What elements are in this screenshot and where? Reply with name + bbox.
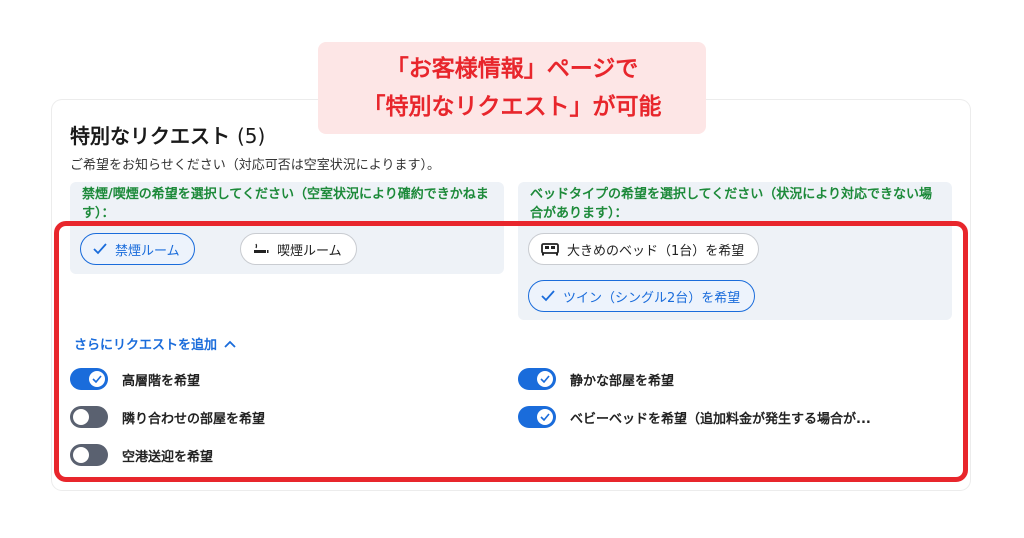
section-title-text: 特別なリクエスト — [70, 124, 230, 148]
adjacent-rooms-label: 隣り合わせの部屋を希望 — [122, 411, 266, 427]
section-title: 特別なリクエスト (5) — [70, 120, 265, 149]
smoking-icon — [253, 243, 269, 255]
add-more-requests-link[interactable]: さらにリクエストを追加 — [74, 334, 237, 353]
twin-bed-option[interactable]: ツイン（シングル2台）を希望 — [528, 280, 756, 312]
high-floor-label: 高層階を希望 — [122, 373, 201, 389]
toggle-row-airport-transfer[interactable]: 空港送迎を希望 — [70, 444, 213, 466]
twin-bed-label: ツイン（シングル2台）を希望 — [563, 290, 741, 306]
toggle-knob — [73, 447, 89, 463]
check-icon — [93, 243, 107, 255]
non-smoking-room-option[interactable]: 禁煙ルーム — [80, 233, 195, 265]
check-icon — [537, 409, 553, 425]
toggle-row-adjacent-rooms[interactable]: 隣り合わせの部屋を希望 — [70, 406, 265, 428]
airport-transfer-label: 空港送迎を希望 — [122, 449, 214, 465]
toggle-row-baby-cot[interactable]: ベビーベッドを希望（追加料金が発生する場合が... — [518, 406, 871, 428]
check-icon — [537, 371, 553, 387]
airport-transfer-toggle[interactable] — [70, 444, 108, 466]
callout-line-1: 「お客様情報」ページで — [385, 56, 639, 82]
section-count: (5) — [236, 124, 266, 148]
check-icon — [541, 290, 555, 302]
large-bed-label: 大きめのベッド（1台）を希望 — [567, 243, 745, 259]
baby-cot-toggle[interactable] — [518, 406, 556, 428]
callout-line-2: 「特別なリクエスト」が可能 — [362, 94, 662, 120]
bed-type-preference-heading: ベッドタイプの希望を選択してください（状況により対応できない場合があります）： — [530, 187, 932, 221]
adjacent-rooms-toggle[interactable] — [70, 406, 108, 428]
toggle-knob — [73, 409, 89, 425]
section-subtitle: ご希望をお知らせください（対応可否は空室状況によります）。 — [70, 158, 440, 173]
quiet-room-label: 静かな部屋を希望 — [570, 373, 675, 389]
quiet-room-toggle[interactable] — [518, 368, 556, 390]
add-more-requests-label: さらにリクエストを追加 — [74, 338, 218, 353]
smoking-room-label: 喫煙ルーム — [277, 243, 342, 259]
large-bed-option[interactable]: 大きめのベッド（1台）を希望 — [528, 233, 760, 265]
baby-cot-label: ベビーベッドを希望（追加料金が発生する場合が... — [570, 411, 871, 427]
smoking-preference-heading: 禁煙/喫煙の希望を選択してください（空室状況により確約できかねます）： — [82, 187, 489, 221]
toggle-row-quiet-room[interactable]: 静かな部屋を希望 — [518, 368, 674, 390]
chevron-up-icon — [223, 339, 237, 349]
bed-icon — [541, 242, 559, 256]
high-floor-toggle[interactable] — [70, 368, 108, 390]
smoking-room-option[interactable]: 喫煙ルーム — [240, 233, 357, 265]
check-icon — [89, 371, 105, 387]
non-smoking-room-label: 禁煙ルーム — [115, 243, 180, 259]
annotation-callout: 「お客様情報」ページで 「特別なリクエスト」が可能 — [318, 42, 706, 134]
toggle-row-high-floor[interactable]: 高層階を希望 — [70, 368, 200, 390]
